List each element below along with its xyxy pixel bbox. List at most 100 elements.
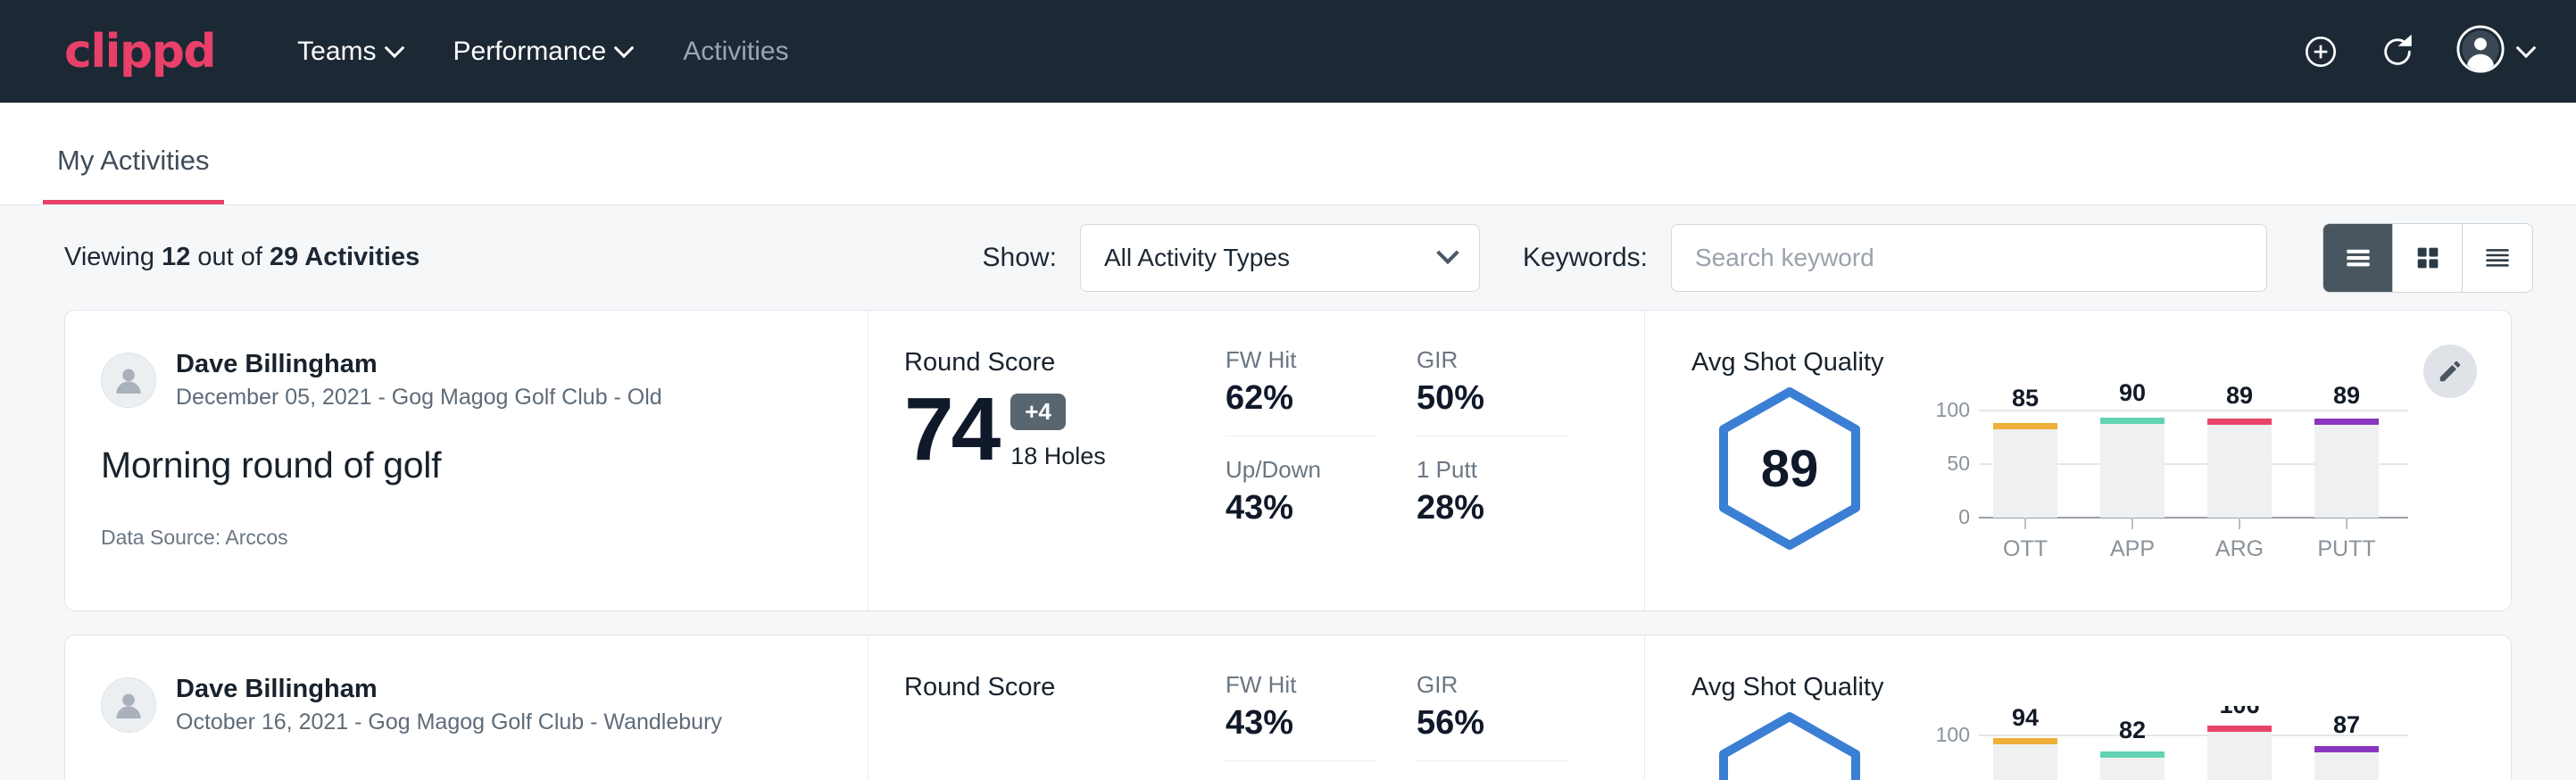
ytick-100: 100: [1936, 723, 1970, 746]
compact-view-button[interactable]: [2463, 224, 2532, 292]
stat-gir: GIR 56%: [1417, 671, 1568, 761]
stat-gir: GIR 50%: [1417, 346, 1568, 436]
activity-author: Dave Billingham December 05, 2021 - Gog …: [101, 348, 832, 412]
stat-label: FW Hit: [1226, 671, 1377, 699]
edit-activity-button[interactable]: [2423, 344, 2477, 398]
search-input[interactable]: [1671, 224, 2267, 292]
tab-my-activities-label: My Activities: [57, 145, 210, 176]
ytick-50: 50: [1947, 452, 1970, 475]
quality-score-value: 89: [1715, 386, 1865, 551]
bar-label-arg: 89: [2226, 382, 2253, 409]
ytick-50: 50: [1947, 776, 1970, 780]
stat-value: 43%: [1226, 704, 1377, 743]
refresh-icon[interactable]: [2380, 34, 2415, 70]
viewing-count: 12: [162, 243, 190, 271]
shot-quality-bar-chart: 100 50 0 94 82: [1922, 706, 2422, 780]
chevron-down-icon: [1436, 241, 1458, 263]
round-score-column: Round Score: [868, 635, 1226, 780]
viewing-count-text: Viewing 12 out of 29 Activities: [64, 243, 420, 272]
stat-up-down: Up/Down 43%: [1226, 456, 1377, 527]
primary-nav: Teams Performance Activities: [297, 37, 788, 67]
keywords-label: Keywords:: [1523, 243, 1648, 273]
avatar: [101, 677, 156, 733]
chevron-down-icon: [384, 37, 404, 58]
activity-type-select[interactable]: All Activity Types: [1080, 224, 1480, 292]
activity-info-column: Dave Billingham October 16, 2021 - Gog M…: [65, 635, 868, 780]
quality-hexagon: [1691, 706, 1888, 780]
nav-item-performance[interactable]: Performance: [453, 37, 632, 67]
shot-quality-bar-chart: 100 50 0 85: [1922, 381, 2422, 573]
nav-item-activities[interactable]: Activities: [683, 37, 788, 67]
avg-shot-quality-column: Avg Shot Quality 100 50 0: [1645, 635, 2511, 780]
chevron-down-icon: [614, 37, 635, 58]
round-score-label: Round Score: [904, 348, 1226, 378]
stats-column: FW Hit 43% GIR 56%: [1226, 635, 1645, 780]
stat-value: 56%: [1417, 704, 1568, 743]
stat-value: 62%: [1226, 379, 1377, 418]
xtick-putt: PUTT: [2317, 536, 2375, 561]
stat-fw-hit: FW Hit 43%: [1226, 671, 1377, 761]
bar-label-ott: 94: [2012, 706, 2039, 731]
viewing-prefix: Viewing: [64, 243, 162, 271]
bar-label-app: 90: [2119, 381, 2146, 406]
stat-value: 50%: [1417, 379, 1568, 418]
viewing-middle: out of: [190, 243, 270, 271]
filter-controls: Show: All Activity Types Keywords:: [983, 223, 2533, 293]
show-label: Show:: [983, 243, 1057, 273]
holes-played: 18 Holes: [1010, 443, 1106, 470]
activity-card[interactable]: Dave Billingham October 16, 2021 - Gog M…: [64, 635, 2512, 780]
activity-meta: October 16, 2021 - Gog Magog Golf Club -…: [176, 708, 722, 737]
chevron-down-icon: [2516, 37, 2537, 58]
stat-value: 43%: [1226, 489, 1377, 527]
stat-fw-hit: FW Hit 62%: [1226, 346, 1377, 436]
stat-label: GIR: [1417, 671, 1568, 699]
quality-score-value: [1715, 711, 1865, 780]
list-view-button[interactable]: [2323, 224, 2393, 292]
stat-label: GIR: [1417, 346, 1568, 374]
round-score-column: Round Score 74 +4 18 Holes: [868, 311, 1226, 610]
activity-author: Dave Billingham October 16, 2021 - Gog M…: [101, 673, 832, 737]
grid-view-button[interactable]: [2393, 224, 2463, 292]
ytick-100: 100: [1936, 398, 1970, 421]
avg-shot-quality-label: Avg Shot Quality: [1691, 673, 2511, 702]
clippd-logo[interactable]: clippd: [64, 29, 215, 75]
top-navigation-bar: clippd Teams Performance Activities: [0, 0, 2576, 103]
stat-label: 1 Putt: [1417, 456, 1568, 484]
stat-label: Up/Down: [1226, 456, 1377, 484]
activity-data-source: Data Source: Arccos: [101, 526, 832, 550]
activity-card[interactable]: Dave Billingham December 05, 2021 - Gog …: [64, 310, 2512, 611]
nav-item-activities-label: Activities: [683, 37, 788, 67]
stat-one-putt: 1 Putt 28%: [1417, 456, 1568, 527]
activity-title: Morning round of golf: [101, 444, 832, 486]
activity-info-column: Dave Billingham December 05, 2021 - Gog …: [65, 311, 868, 610]
round-score-value-row: 74 +4 18 Holes: [904, 388, 1226, 470]
tab-strip: My Activities: [0, 103, 2576, 205]
bar-label-putt: 89: [2333, 382, 2360, 409]
bar-label-ott: 85: [2012, 385, 2039, 411]
activity-card-list: Dave Billingham December 05, 2021 - Gog …: [0, 310, 2576, 780]
pencil-icon: [2437, 358, 2464, 385]
stat-value: 28%: [1417, 489, 1568, 527]
filter-bar: Viewing 12 out of 29 Activities Show: Al…: [0, 205, 2576, 310]
score-to-par-badge: +4: [1010, 394, 1066, 430]
avg-shot-quality-column: Avg Shot Quality 89 100 50 0: [1645, 311, 2511, 610]
view-mode-toggle-group: [2323, 223, 2533, 293]
ytick-0: 0: [1958, 505, 1970, 528]
stats-column: FW Hit 62% GIR 50% Up/Down 43% 1 Putt 28…: [1226, 311, 1645, 610]
xtick-app: APP: [2110, 536, 2155, 561]
round-score-value: 74: [904, 388, 998, 470]
activity-meta: December 05, 2021 - Gog Magog Golf Club …: [176, 383, 662, 412]
round-score-label: Round Score: [904, 673, 1226, 702]
nav-item-performance-label: Performance: [453, 37, 607, 67]
stat-label: FW Hit: [1226, 346, 1377, 374]
nav-item-teams[interactable]: Teams: [297, 37, 401, 67]
account-avatar-icon: [2456, 25, 2505, 78]
tab-my-activities[interactable]: My Activities: [43, 145, 224, 204]
bar-label-app: 82: [2119, 717, 2146, 743]
add-circle-icon[interactable]: [2303, 34, 2339, 70]
avg-shot-quality-label: Avg Shot Quality: [1691, 348, 2511, 378]
bar-label-putt: 87: [2333, 711, 2360, 738]
account-menu[interactable]: [2456, 25, 2533, 78]
quality-hexagon: 89: [1691, 381, 1888, 551]
bar-label-arg: 106: [2219, 706, 2259, 718]
